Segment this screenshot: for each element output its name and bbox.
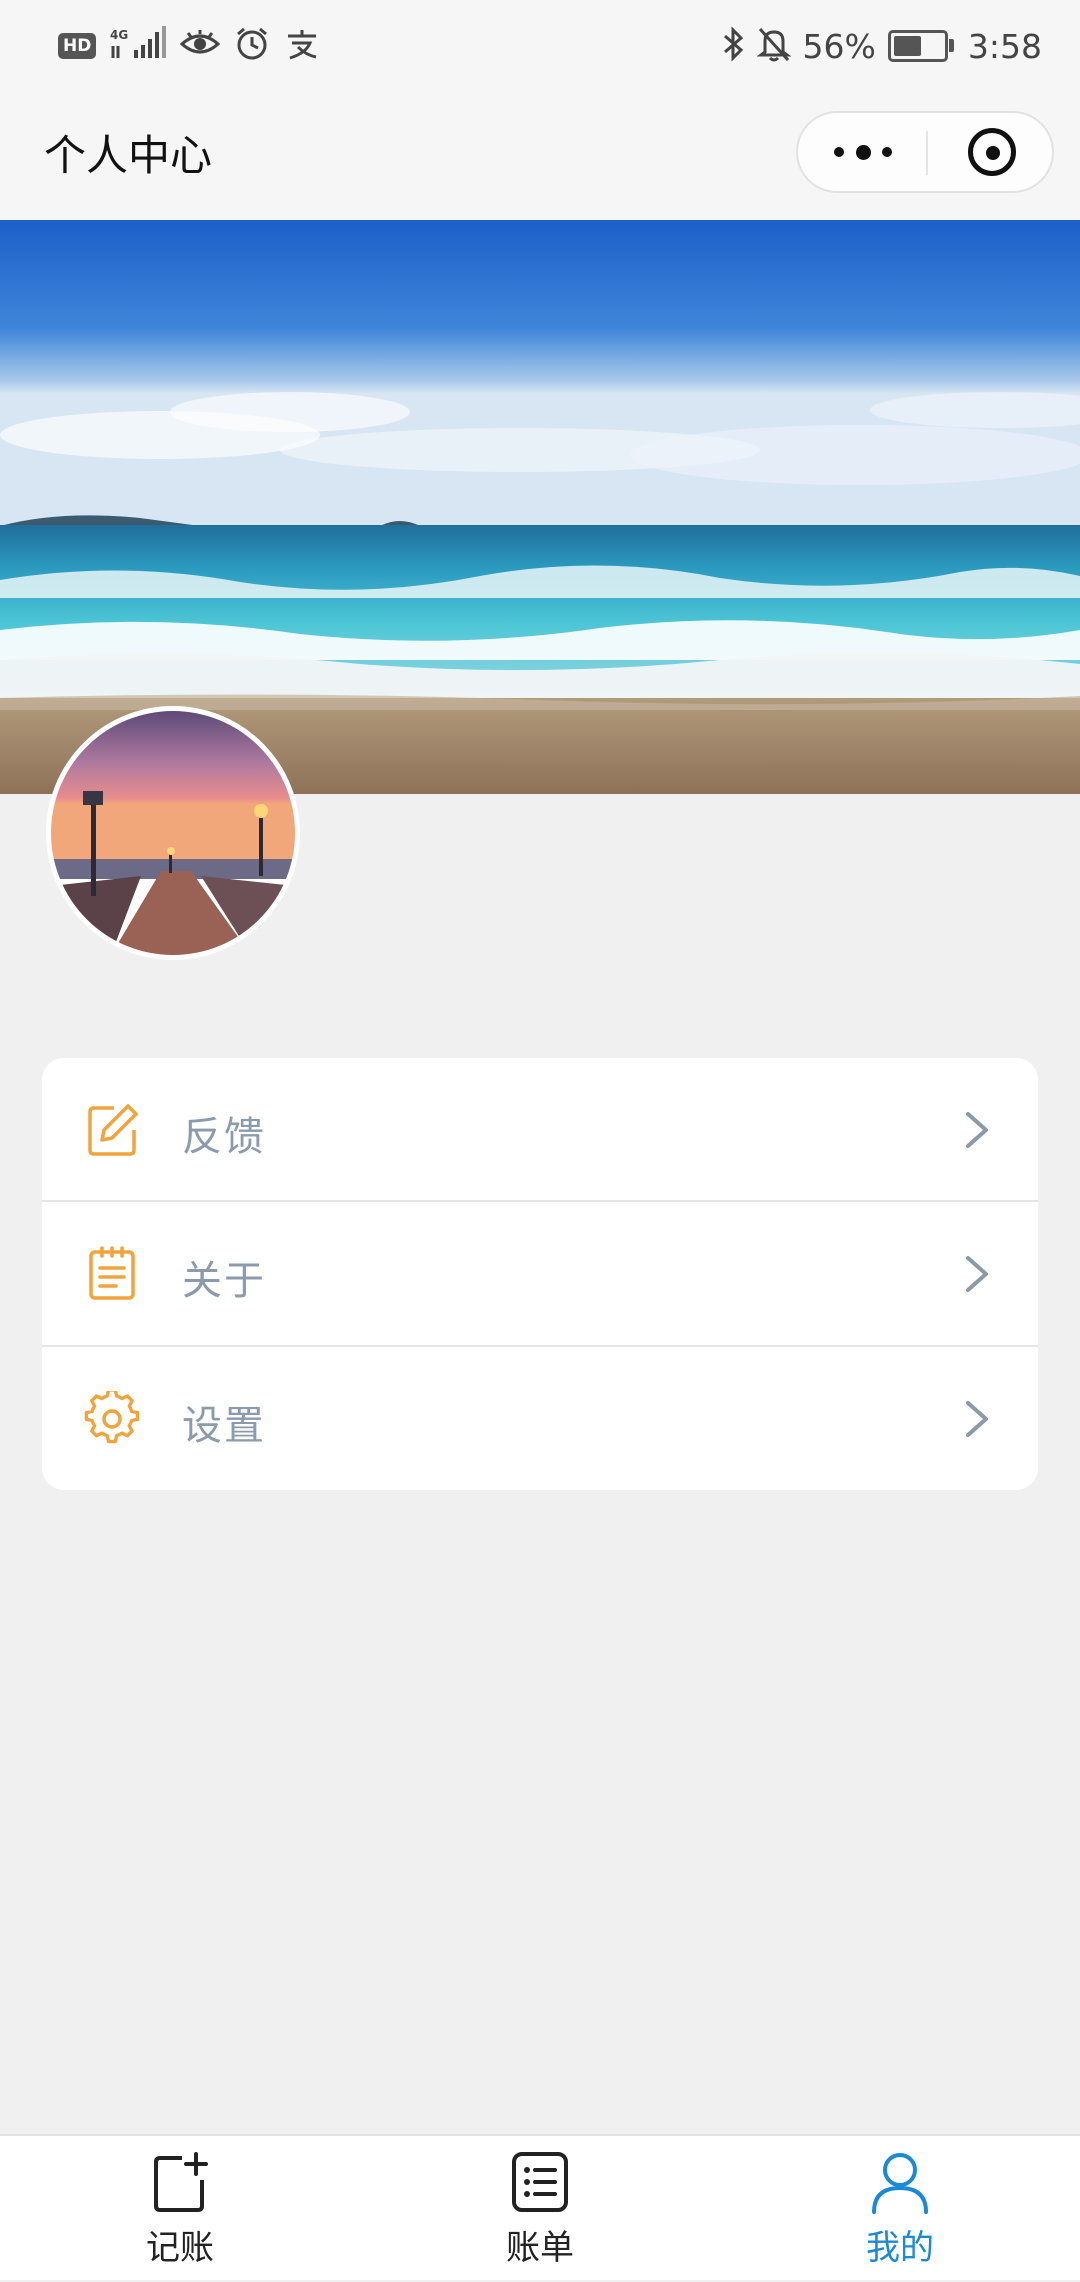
menu-item-label: 反馈	[182, 1114, 266, 1160]
page-title: 个人中心	[44, 131, 213, 180]
status-bar-left: HD 4G	[58, 22, 320, 70]
bill-list-icon	[510, 2150, 570, 2214]
menu-item-label: 关于	[182, 1258, 266, 1304]
add-note-icon	[150, 2150, 210, 2214]
tab-label: 账单	[506, 2228, 574, 2268]
battery-percent: 56%	[802, 26, 876, 66]
edit-icon	[84, 1102, 140, 1158]
user-icon	[870, 2150, 930, 2214]
alipay-icon	[284, 27, 320, 65]
battery-icon	[887, 30, 954, 62]
battery-level-fill	[893, 36, 921, 56]
avatar[interactable]	[46, 706, 300, 960]
mini-program-capsule	[796, 111, 1054, 193]
hd-badge: HD	[58, 33, 97, 59]
menu-item-feedback[interactable]: 反馈	[42, 1058, 1038, 1201]
menu-item-settings[interactable]: 设置	[42, 1347, 1038, 1490]
tab-bills[interactable]: 账单	[440, 2136, 640, 2282]
tab-mine[interactable]: 我的	[800, 2136, 1000, 2282]
chevron-right-icon	[962, 1106, 992, 1154]
menu-item-label: 设置	[182, 1403, 266, 1449]
bluetooth-icon	[721, 26, 745, 66]
notepad-icon	[84, 1246, 140, 1302]
gear-icon	[84, 1388, 140, 1447]
more-dot	[855, 144, 871, 160]
chevron-right-icon	[962, 1250, 992, 1298]
menu-item-about[interactable]: 关于	[42, 1202, 1038, 1345]
alarm-icon	[234, 26, 270, 66]
capsule-divider	[926, 131, 928, 175]
signal-icon: 4G	[110, 26, 167, 66]
tab-label: 我的	[866, 2228, 934, 2268]
close-target-core	[986, 146, 1000, 160]
network-label: 4G	[110, 28, 128, 42]
more-dot	[882, 147, 892, 157]
status-bar: HD 4G 56% 3:58	[0, 0, 1080, 92]
status-bar-right: 56% 3:58	[721, 22, 1042, 70]
chevron-right-icon	[962, 1395, 992, 1443]
more-dot	[834, 147, 844, 157]
close-target-icon[interactable]	[968, 128, 1016, 176]
tab-bar: 记账 账单 我的	[0, 2134, 1080, 2280]
tab-label: 记账	[146, 2228, 214, 2268]
title-bar: 个人中心	[0, 92, 1080, 220]
more-icon[interactable]	[834, 141, 892, 163]
mute-bell-icon	[756, 26, 792, 66]
eye-icon	[180, 28, 221, 64]
menu-card: 反馈 关于 设置	[42, 1058, 1038, 1490]
tab-record[interactable]: 记账	[80, 2136, 280, 2282]
status-time: 3:58	[967, 26, 1042, 66]
